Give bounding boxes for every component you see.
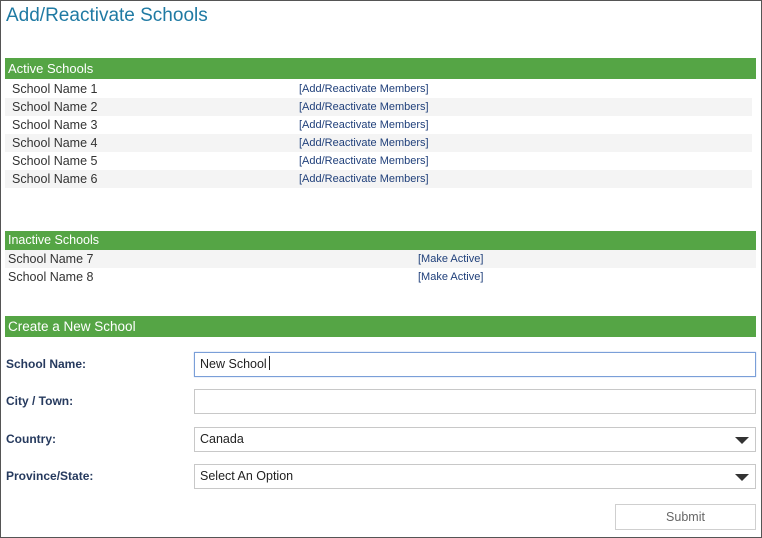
add-reactivate-members-link[interactable]: [Add/Reactivate Members]: [299, 134, 429, 152]
school-name: School Name 4: [12, 136, 98, 150]
inactive-schools-header: Inactive Schools: [5, 231, 756, 250]
add-reactivate-members-link[interactable]: [Add/Reactivate Members]: [299, 170, 429, 188]
add-reactivate-members-link[interactable]: [Add/Reactivate Members]: [299, 152, 429, 170]
country-label: Country:: [6, 432, 56, 446]
country-select[interactable]: Canada: [194, 427, 756, 452]
school-name: School Name 3: [12, 118, 98, 132]
school-name: School Name 1: [12, 82, 98, 96]
table-row: School Name 1 [Add/Reactivate Members]: [5, 80, 752, 98]
school-name: School Name 6: [12, 172, 98, 186]
table-row: School Name 2 [Add/Reactivate Members]: [5, 98, 752, 116]
make-active-link[interactable]: [Make Active]: [418, 250, 483, 268]
province-selected-value: Select An Option: [200, 469, 294, 483]
province-state-select[interactable]: Select An Option: [194, 464, 756, 489]
table-row: School Name 7 [Make Active]: [5, 250, 756, 268]
school-name-value: New School: [200, 357, 267, 371]
school-name-input[interactable]: New School: [194, 352, 756, 377]
submit-button[interactable]: Submit: [615, 504, 756, 530]
active-schools-header: Active Schools: [5, 58, 756, 79]
table-row: School Name 3 [Add/Reactivate Members]: [5, 116, 752, 134]
city-town-label: City / Town:: [6, 394, 74, 408]
chevron-down-icon: [735, 437, 749, 444]
table-row: School Name 5 [Add/Reactivate Members]: [5, 152, 752, 170]
page-frame: Add/Reactivate Schools Active Schools Sc…: [0, 0, 762, 538]
country-selected-value: Canada: [200, 432, 244, 446]
school-name-label: School Name:: [6, 357, 87, 371]
page-title: Add/Reactivate Schools: [6, 5, 208, 26]
add-reactivate-members-link[interactable]: [Add/Reactivate Members]: [299, 116, 429, 134]
school-name: School Name 5: [12, 154, 98, 168]
text-caret: [268, 356, 270, 370]
make-active-link[interactable]: [Make Active]: [418, 268, 483, 286]
create-school-header: Create a New School: [5, 316, 756, 337]
province-state-label: Province/State:: [6, 469, 94, 483]
table-row: School Name 4 [Add/Reactivate Members]: [5, 134, 752, 152]
table-row: School Name 6 [Add/Reactivate Members]: [5, 170, 752, 188]
chevron-down-icon: [735, 474, 749, 481]
add-reactivate-members-link[interactable]: [Add/Reactivate Members]: [299, 80, 429, 98]
school-name: School Name 7: [8, 252, 94, 266]
add-reactivate-members-link[interactable]: [Add/Reactivate Members]: [299, 98, 429, 116]
city-town-input[interactable]: [194, 389, 756, 414]
school-name: School Name 8: [8, 270, 94, 284]
table-row: School Name 8 [Make Active]: [5, 268, 756, 286]
school-name: School Name 2: [12, 100, 98, 114]
